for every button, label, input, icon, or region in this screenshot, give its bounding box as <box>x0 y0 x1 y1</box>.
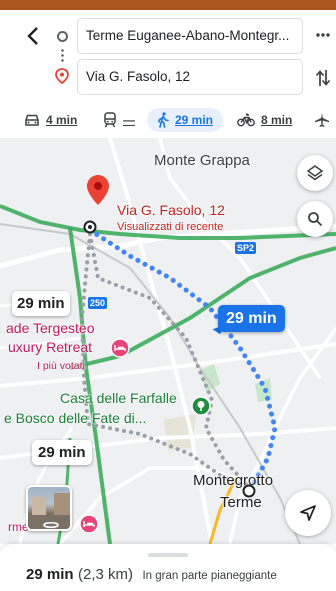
alt-route-time-chip[interactable]: 29 min <box>32 440 92 465</box>
tab-car[interactable]: 4 min <box>24 108 77 132</box>
tab-bike-label: 8 min <box>261 113 293 127</box>
back-arrow-icon <box>27 27 38 45</box>
tab-bike[interactable]: 8 min <box>237 108 292 132</box>
route-duration: 29 min <box>26 566 74 583</box>
map-label-hotel-line2[interactable]: uxury Retreat <box>8 339 92 355</box>
tab-flight[interactable] <box>314 108 330 132</box>
hotel-marker-icon[interactable] <box>79 514 99 534</box>
start-point-icon <box>242 484 256 498</box>
map-label-montegrotto: Montegrotto <box>193 472 274 489</box>
map-view[interactable]: Monte Grappa Via G. Fasolo, 12 Visualizz… <box>0 138 336 544</box>
swap-vert-icon <box>315 70 331 86</box>
swap-button[interactable] <box>312 65 334 91</box>
road-shield-sp2: SP2 <box>235 242 257 254</box>
street-view-thumbnail[interactable] <box>26 485 72 531</box>
walk-icon <box>158 112 169 128</box>
alt-route-time-chip[interactable]: 29 min <box>12 291 70 316</box>
bike-icon <box>237 113 255 127</box>
best-route-time-chip[interactable]: 29 min <box>218 305 285 332</box>
map-label-monte-grappa: Monte Grappa <box>154 152 250 169</box>
route-connector-dots <box>61 48 64 62</box>
hotel-marker-icon[interactable] <box>110 338 130 358</box>
car-icon <box>25 114 39 126</box>
sheet-drag-handle[interactable] <box>148 553 188 557</box>
search-icon <box>308 212 323 227</box>
tab-transit[interactable]: — <box>103 108 135 132</box>
map-label-top-rated: I più votati <box>37 360 85 372</box>
map-label-butterfly-house-line1[interactable]: Casa delle Farfalle <box>60 390 177 406</box>
route-distance: (2,3 km) <box>77 566 133 583</box>
destination-pin-icon <box>55 68 69 89</box>
destination-marker-icon[interactable] <box>86 174 110 206</box>
more-options-button[interactable] <box>313 23 333 47</box>
train-icon <box>104 112 116 128</box>
origin-circle-icon <box>57 31 68 42</box>
tab-walk-label: 29 min <box>175 113 214 127</box>
tab-transit-label: — <box>123 113 135 127</box>
back-button[interactable] <box>20 23 46 49</box>
travel-mode-tabs: 4 min — 29 min 8 min <box>0 106 336 138</box>
navigation-button[interactable] <box>285 490 331 536</box>
status-bar <box>0 0 336 10</box>
route-summary-sheet[interactable]: 29 min (2,3 km) In gran parte pianeggian… <box>0 544 336 591</box>
directions-header: Terme Euganee-Abano-Montegr... Via G. Fa… <box>0 10 336 106</box>
map-label-recent: Visualizzati di recente <box>117 221 224 233</box>
route-description: In gran parte pianeggiante <box>142 570 277 582</box>
layers-icon <box>306 165 324 181</box>
flight-icon <box>315 113 329 127</box>
street-view-icon <box>28 493 70 529</box>
layers-button[interactable] <box>297 155 333 191</box>
map-label-butterfly-house-line2[interactable]: e Bosco delle Fate di... <box>4 410 146 426</box>
tab-walk[interactable]: 29 min <box>147 108 224 132</box>
park-marker-icon[interactable] <box>191 396 211 416</box>
origin-marker-icon <box>83 220 97 234</box>
route-summary: 29 min (2,3 km) In gran parte pianeggian… <box>26 566 277 584</box>
map-label-destination[interactable]: Via G. Fasolo, 12 <box>117 202 225 218</box>
map-label-hotel-line1[interactable]: ade Tergesteo <box>6 320 94 336</box>
navigation-arrow-icon <box>300 505 316 521</box>
search-along-route-button[interactable] <box>297 201 333 237</box>
road-shield-250: 250 <box>88 297 108 309</box>
destination-field[interactable]: Via G. Fasolo, 12 <box>77 59 303 95</box>
more-vert-icon <box>316 33 330 37</box>
origin-field[interactable]: Terme Euganee-Abano-Montegr... <box>77 18 303 54</box>
tab-car-label: 4 min <box>46 113 78 127</box>
